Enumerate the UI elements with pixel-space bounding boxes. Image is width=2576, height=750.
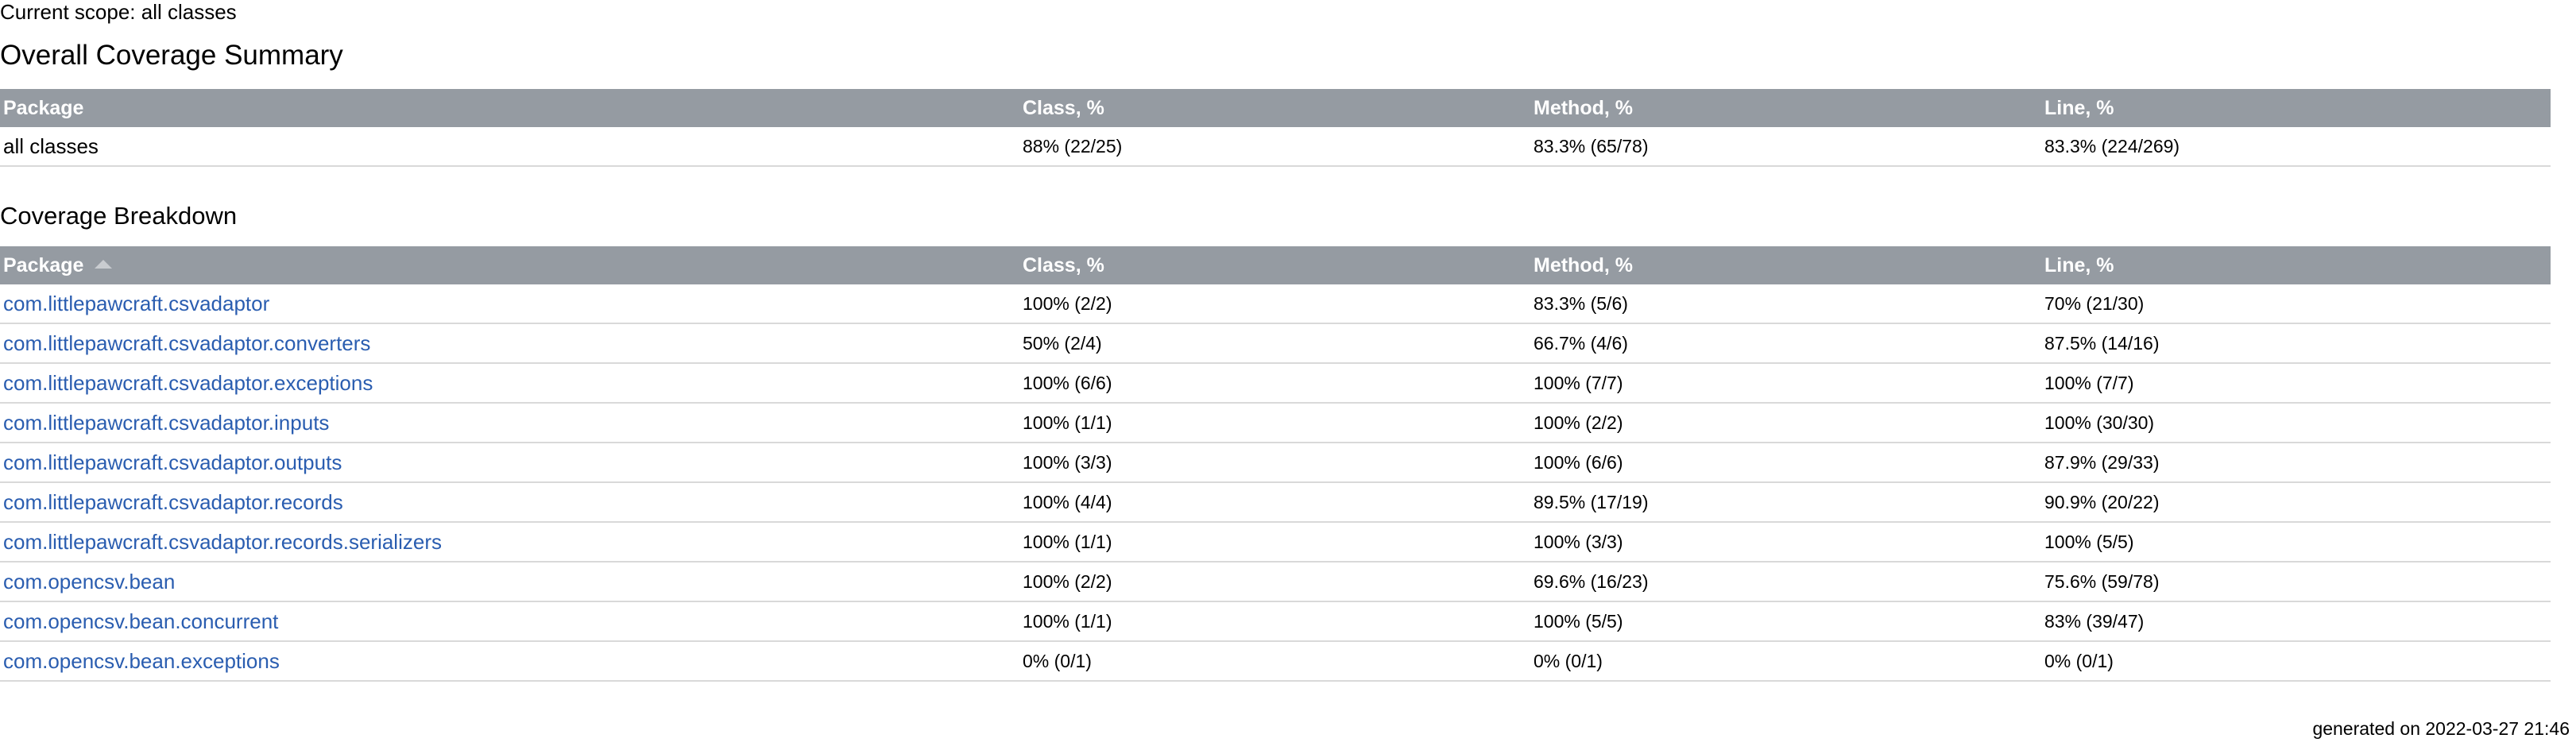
method-coverage-cell: 100% (7/7) — [1530, 363, 2041, 404]
package-cell: com.littlepawcraft.csvadaptor — [0, 284, 1019, 324]
table-row: com.opencsv.bean.exceptions 0% (0/1) 0% … — [0, 641, 2551, 682]
method-coverage-cell: 100% (3/3) — [1530, 522, 2041, 562]
breakdown-header-package-label: Package — [3, 253, 84, 276]
package-cell: com.littlepawcraft.csvadaptor.outputs — [0, 443, 1019, 483]
package-link[interactable]: com.littlepawcraft.csvadaptor.records — [3, 490, 343, 514]
package-link[interactable]: com.opencsv.bean.concurrent — [3, 609, 278, 633]
current-scope-text: Current scope: all classes — [0, 0, 237, 24]
package-link[interactable]: com.littlepawcraft.csvadaptor.inputs — [3, 411, 329, 435]
summary-row-method: 83.3% (65/78) — [1530, 127, 2041, 167]
package-cell: com.littlepawcraft.csvadaptor.exceptions — [0, 363, 1019, 404]
summary-header-package: Package — [0, 89, 1019, 127]
class-coverage-cell: 100% (6/6) — [1019, 363, 1530, 404]
summary-header-method: Method, % — [1530, 89, 2041, 127]
package-cell: com.opencsv.bean.concurrent — [0, 601, 1019, 642]
class-coverage-cell: 100% (1/1) — [1019, 522, 1530, 562]
generated-on-footer: generated on 2022-03-27 21:46 — [2312, 718, 2570, 739]
package-cell: com.opencsv.bean.exceptions — [0, 641, 1019, 682]
package-link[interactable]: com.littlepawcraft.csvadaptor.exceptions — [3, 371, 373, 395]
sort-ascending-icon[interactable] — [95, 260, 113, 269]
method-coverage-cell: 89.5% (17/19) — [1530, 482, 2041, 523]
table-row: com.opencsv.bean 100% (2/2) 69.6% (16/23… — [0, 562, 2551, 602]
package-cell: com.littlepawcraft.csvadaptor.records — [0, 482, 1019, 523]
breakdown-header-row: Package Class, % Method, % Line, % — [0, 246, 2551, 284]
method-coverage-cell: 69.6% (16/23) — [1530, 562, 2041, 602]
breakdown-header-package[interactable]: Package — [0, 246, 1019, 284]
table-row: com.opencsv.bean.concurrent 100% (1/1) 1… — [0, 601, 2551, 642]
line-coverage-cell: 100% (5/5) — [2041, 522, 2551, 562]
package-link[interactable]: com.littlepawcraft.csvadaptor — [3, 292, 269, 315]
line-coverage-cell: 100% (30/30) — [2041, 403, 2551, 443]
table-row: com.littlepawcraft.csvadaptor.outputs 10… — [0, 443, 2551, 483]
package-link[interactable]: com.littlepawcraft.csvadaptor.records.se… — [3, 530, 442, 554]
class-coverage-cell: 100% (2/2) — [1019, 562, 1530, 602]
line-coverage-cell: 0% (0/1) — [2041, 641, 2551, 682]
overall-summary-table: Package Class, % Method, % Line, % all c… — [0, 89, 2551, 167]
overall-summary-section: Overall Coverage Summary Package Class, … — [0, 40, 2551, 167]
summary-row-name: all classes — [0, 127, 1019, 167]
line-coverage-cell: 90.9% (20/22) — [2041, 482, 2551, 523]
coverage-report-page: Current scope: all classes Overall Cover… — [0, 0, 2551, 682]
summary-header-line: Line, % — [2041, 89, 2551, 127]
class-coverage-cell: 100% (1/1) — [1019, 601, 1530, 642]
line-coverage-cell: 75.6% (59/78) — [2041, 562, 2551, 602]
method-coverage-cell: 0% (0/1) — [1530, 641, 2041, 682]
overall-summary-title: Overall Coverage Summary — [0, 40, 343, 71]
method-coverage-cell: 100% (6/6) — [1530, 443, 2041, 483]
line-coverage-cell: 87.9% (29/33) — [2041, 443, 2551, 483]
class-coverage-cell: 100% (3/3) — [1019, 443, 1530, 483]
method-coverage-cell: 100% (5/5) — [1530, 601, 2041, 642]
line-coverage-cell: 83% (39/47) — [2041, 601, 2551, 642]
class-coverage-cell: 100% (2/2) — [1019, 284, 1530, 324]
coverage-breakdown-section: Coverage Breakdown Package Class, % Meth… — [0, 202, 2551, 682]
package-link[interactable]: com.littlepawcraft.csvadaptor.converters — [3, 331, 370, 355]
breakdown-header-method[interactable]: Method, % — [1530, 246, 2041, 284]
package-link[interactable]: com.opencsv.bean — [3, 570, 175, 593]
package-cell: com.littlepawcraft.csvadaptor.converters — [0, 323, 1019, 364]
table-row: com.littlepawcraft.csvadaptor.inputs 100… — [0, 403, 2551, 443]
table-row: com.littlepawcraft.csvadaptor 100% (2/2)… — [0, 284, 2551, 324]
summary-row-class: 88% (22/25) — [1019, 127, 1530, 167]
package-link[interactable]: com.opencsv.bean.exceptions — [3, 649, 280, 673]
table-row: com.littlepawcraft.csvadaptor.converters… — [0, 323, 2551, 364]
method-coverage-cell: 66.7% (4/6) — [1530, 323, 2041, 364]
breakdown-header-class[interactable]: Class, % — [1019, 246, 1530, 284]
package-cell: com.littlepawcraft.csvadaptor.inputs — [0, 403, 1019, 443]
method-coverage-cell: 83.3% (5/6) — [1530, 284, 2041, 324]
class-coverage-cell: 100% (1/1) — [1019, 403, 1530, 443]
method-coverage-cell: 100% (2/2) — [1530, 403, 2041, 443]
line-coverage-cell: 100% (7/7) — [2041, 363, 2551, 404]
class-coverage-cell: 50% (2/4) — [1019, 323, 1530, 364]
coverage-breakdown-title: Coverage Breakdown — [0, 202, 238, 230]
table-row: com.littlepawcraft.csvadaptor.exceptions… — [0, 363, 2551, 404]
class-coverage-cell: 100% (4/4) — [1019, 482, 1530, 523]
line-coverage-cell: 70% (21/30) — [2041, 284, 2551, 324]
table-row: com.littlepawcraft.csvadaptor.records.se… — [0, 522, 2551, 562]
package-cell: com.littlepawcraft.csvadaptor.records.se… — [0, 522, 1019, 562]
coverage-breakdown-table: Package Class, % Method, % Line, % com.l… — [0, 246, 2551, 682]
package-link[interactable]: com.littlepawcraft.csvadaptor.outputs — [3, 450, 342, 474]
summary-header-class: Class, % — [1019, 89, 1530, 127]
summary-row: all classes 88% (22/25) 83.3% (65/78) 83… — [0, 127, 2551, 167]
summary-row-line: 83.3% (224/269) — [2041, 127, 2551, 167]
line-coverage-cell: 87.5% (14/16) — [2041, 323, 2551, 364]
summary-header-row: Package Class, % Method, % Line, % — [0, 89, 2551, 127]
class-coverage-cell: 0% (0/1) — [1019, 641, 1530, 682]
breakdown-header-line[interactable]: Line, % — [2041, 246, 2551, 284]
package-cell: com.opencsv.bean — [0, 562, 1019, 602]
table-row: com.littlepawcraft.csvadaptor.records 10… — [0, 482, 2551, 523]
